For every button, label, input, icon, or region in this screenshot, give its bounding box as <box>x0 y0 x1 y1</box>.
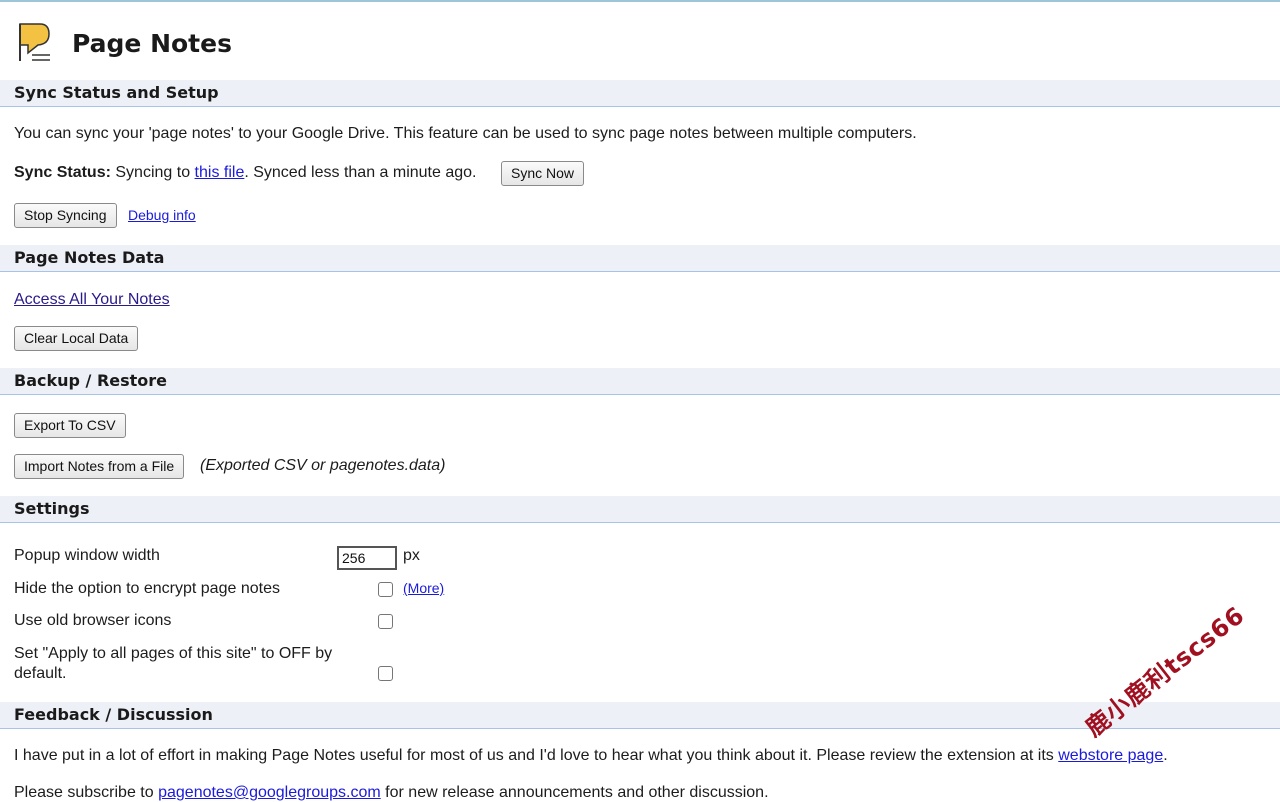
stop-syncing-button[interactable]: Stop Syncing <box>14 203 117 228</box>
debug-info-link[interactable]: Debug info <box>128 207 196 223</box>
export-csv-button[interactable]: Export To CSV <box>14 413 126 438</box>
popup-width-input[interactable] <box>337 546 397 570</box>
more-info-link[interactable]: (More) <box>403 580 444 596</box>
top-border <box>0 0 1280 2</box>
old-icons-checkbox[interactable] <box>378 614 393 629</box>
review-end: . <box>1163 747 1168 764</box>
section-settings: Settings <box>0 496 1280 523</box>
import-hint: (Exported CSV or pagenotes.data) <box>200 457 446 474</box>
sync-status-suffix: . Synced less than a minute ago. <box>244 164 477 181</box>
subscribe-prefix: Please subscribe to <box>14 784 154 801</box>
mailing-list-link[interactable]: pagenotes@googlegroups.com <box>158 784 381 801</box>
popup-width-label: Popup window width <box>14 547 160 564</box>
section-title-backup: Backup / Restore <box>14 371 168 390</box>
popup-width-unit: px <box>403 547 420 564</box>
apply-all-checkbox[interactable] <box>378 666 393 681</box>
sync-description: You can sync your 'page notes' to your G… <box>14 125 917 142</box>
hide-encrypt-checkbox[interactable] <box>378 582 393 597</box>
section-sync: Sync Status and Setup <box>0 80 1280 107</box>
section-title-data: Page Notes Data <box>14 248 165 267</box>
page-notes-logo-icon <box>19 23 50 61</box>
section-title-settings: Settings <box>14 499 90 518</box>
page-header: Page Notes <box>16 20 232 66</box>
access-all-notes-link[interactable]: Access All Your Notes <box>14 291 170 309</box>
page-title: Page Notes <box>72 28 232 58</box>
sync-file-link[interactable]: this file <box>195 164 245 181</box>
sync-status-prefix: Syncing to <box>115 164 191 181</box>
section-data: Page Notes Data <box>0 245 1280 272</box>
apply-all-label: Set "Apply to all pages of this site" to… <box>14 644 332 684</box>
sync-now-button[interactable]: Sync Now <box>501 161 585 186</box>
subscribe-suffix: for new release announcements and other … <box>385 784 769 801</box>
subscribe-paragraph: Please subscribe to pagenotes@googlegrou… <box>14 784 769 802</box>
import-notes-button[interactable]: Import Notes from a File <box>14 454 185 479</box>
sync-status-line: Sync Status: Syncing to this file. Synce… <box>14 164 476 182</box>
review-text: I have put in a lot of effort in making … <box>14 747 1054 764</box>
section-backup: Backup / Restore <box>0 368 1280 395</box>
old-icons-label: Use old browser icons <box>14 612 172 629</box>
clear-local-data-button[interactable]: Clear Local Data <box>14 326 139 351</box>
section-title-sync: Sync Status and Setup <box>14 83 219 102</box>
sync-status-label: Sync Status: <box>14 164 111 181</box>
apply-all-label-line1: Set "Apply to all pages of this site" to… <box>14 645 333 662</box>
review-paragraph: I have put in a lot of effort in making … <box>14 747 1168 765</box>
webstore-page-link[interactable]: webstore page <box>1058 747 1163 764</box>
hide-encrypt-label: Hide the option to encrypt page notes <box>14 580 280 597</box>
section-title-feedback: Feedback / Discussion <box>14 705 213 724</box>
apply-all-label-line2: default. <box>14 665 67 682</box>
